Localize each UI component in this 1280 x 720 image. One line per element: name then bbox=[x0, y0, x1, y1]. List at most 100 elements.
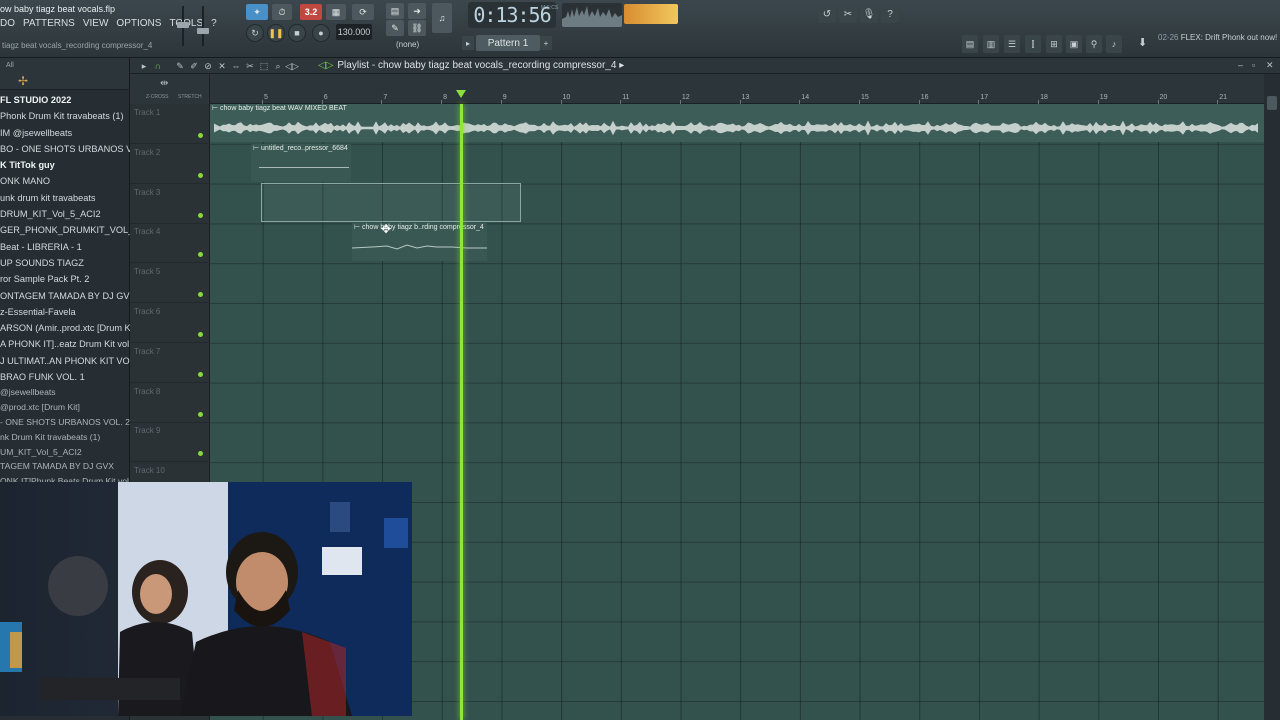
snap-arrows-icon[interactable]: ⇹ bbox=[160, 78, 168, 89]
browser-item[interactable]: K TitTok guy bbox=[0, 157, 130, 173]
browser-item[interactable]: A PHONK IT]..eatz Drum Kit vol 1 bbox=[0, 336, 130, 352]
browser-item[interactable]: - ONE SHOTS URBANOS VOL. 2 bbox=[0, 415, 130, 430]
master-volume-slider[interactable] bbox=[176, 6, 190, 46]
audio-clip-main-beat[interactable]: ⊢ chow baby tiagz beat WAV MIXED BEAT bbox=[210, 104, 1264, 142]
pencil-icon[interactable]: ✎ bbox=[174, 60, 186, 72]
track-header[interactable]: Track 2 bbox=[130, 144, 210, 184]
browser-item[interactable]: ARSON (Amir..prod.xtc [Drum Kit] bbox=[0, 320, 130, 336]
playhead[interactable] bbox=[460, 104, 463, 720]
track-header[interactable]: Track 8 bbox=[130, 383, 210, 423]
track-header[interactable]: Track 7 bbox=[130, 343, 210, 383]
browser-item[interactable]: UP SOUNDS TIAGZ bbox=[0, 255, 130, 271]
pattern-prev-button[interactable]: ▸ bbox=[462, 36, 474, 50]
browser-item[interactable]: J ULTIMAT..AN PHONK KIT VOL. 3 bbox=[0, 353, 130, 369]
browser-item[interactable]: IM @jsewellbeats bbox=[0, 125, 130, 141]
browser-item[interactable]: GER_PHONK_DRUMKIT_VOL_3 bbox=[0, 222, 130, 238]
zoom-icon[interactable]: ⌕ bbox=[272, 60, 284, 72]
menu-file[interactable]: DO bbox=[0, 18, 15, 29]
piano-roll-icon[interactable]: ▥ bbox=[983, 35, 999, 53]
slice-icon[interactable]: ✂ bbox=[244, 60, 256, 72]
menu-patterns[interactable]: PATTERNS bbox=[23, 18, 75, 29]
browser-item[interactable]: BRAO FUNK VOL. 1 bbox=[0, 369, 130, 385]
browser-item[interactable]: @jsewellbeats bbox=[0, 385, 130, 400]
browser-filter[interactable]: All bbox=[6, 62, 14, 69]
playback-icon[interactable]: ◁▷ bbox=[285, 60, 299, 72]
mixer-icon[interactable]: ⫿ bbox=[1025, 35, 1041, 53]
step-edit-icon[interactable]: ▦ bbox=[326, 4, 346, 20]
pattern-add-button[interactable]: + bbox=[540, 36, 552, 50]
browser-item[interactable]: Phonk Drum Kit travabeats (1) bbox=[0, 108, 130, 124]
keyboard-icon[interactable]: ▤ bbox=[386, 3, 404, 19]
record-icon[interactable]: ● bbox=[312, 24, 330, 42]
loop-icon[interactable]: ↻ bbox=[246, 24, 264, 42]
song-position-marker[interactable] bbox=[456, 90, 466, 98]
slip-icon[interactable]: ⇔ bbox=[230, 60, 242, 72]
loop-record-icon[interactable]: ⟳ bbox=[352, 4, 374, 20]
browser-item[interactable]: Beat - LIBRERIA - 1 bbox=[0, 239, 130, 255]
playlist-arrow-icon[interactable]: ▸ bbox=[138, 60, 150, 72]
track-mute-led[interactable] bbox=[198, 252, 203, 258]
undo-icon[interactable]: ↺ bbox=[818, 5, 836, 23]
track-header[interactable]: Track 3 bbox=[130, 184, 210, 224]
play-icon[interactable]: ❚❚ bbox=[267, 24, 285, 42]
master-pitch-slider[interactable] bbox=[196, 6, 210, 46]
channel-rack-icon[interactable]: ☰ bbox=[1004, 35, 1020, 53]
eq-icon[interactable]: ⊞ bbox=[1046, 35, 1062, 53]
browser-item[interactable]: ONTAGEM TAMADA BY DJ GVX bbox=[0, 288, 130, 304]
typing-keyboard-icon[interactable]: ♫ bbox=[432, 3, 452, 33]
pencil-tool-icon[interactable]: ✎ bbox=[386, 20, 404, 36]
select-icon[interactable]: ⬚ bbox=[258, 60, 270, 72]
browser-add-icon[interactable]: ✢ bbox=[18, 74, 28, 88]
news-panel[interactable]: 02-26 FLEX: Drift Phonk out now! bbox=[1158, 33, 1278, 43]
track-header[interactable]: Track 6 bbox=[130, 303, 210, 343]
browser-item[interactable]: DRUM_KIT_Vol_5_ACI2 bbox=[0, 206, 130, 222]
browser-item[interactable]: TAGEM TAMADA BY DJ GVX bbox=[0, 459, 130, 474]
track-mute-led[interactable] bbox=[198, 371, 203, 377]
menu-options[interactable]: OPTIONS bbox=[116, 18, 161, 29]
vertical-scrollbar[interactable] bbox=[1264, 74, 1280, 720]
track-header[interactable]: Track 9 bbox=[130, 422, 210, 463]
menu-view[interactable]: VIEW bbox=[83, 18, 109, 29]
tuner-icon[interactable]: ♪ bbox=[1106, 35, 1122, 53]
brush-icon[interactable]: ✐ bbox=[188, 60, 200, 72]
track-mute-led[interactable] bbox=[198, 292, 203, 298]
arrow-icon[interactable]: ➜ bbox=[408, 3, 426, 19]
cut-icon[interactable]: ✂ bbox=[839, 5, 857, 23]
browser-item[interactable]: z-Essential-Favela bbox=[0, 304, 130, 320]
stretch-toggle[interactable]: STRETCH bbox=[178, 94, 202, 100]
download-icon[interactable]: ⬇ bbox=[1138, 36, 1152, 50]
delete-icon[interactable]: ⊘ bbox=[202, 60, 214, 72]
track-mute-led[interactable] bbox=[198, 332, 203, 337]
track-header[interactable]: Track 1 bbox=[130, 104, 210, 144]
audio-clip-untitled-reco[interactable]: ⊢ untitled_reco..pressor_6684 bbox=[251, 144, 351, 182]
browser-item[interactable]: nk Drum Kit travabeats (1) bbox=[0, 430, 130, 445]
track-mute-led[interactable] bbox=[198, 212, 203, 218]
track-header[interactable]: Track 4 bbox=[130, 223, 210, 264]
browser-item[interactable]: UM_KIT_Vol_5_ACI2 bbox=[0, 445, 130, 460]
browser-item[interactable]: @prod.xtc [Drum Kit] bbox=[0, 400, 130, 415]
playlist-arrows-icon[interactable]: ◁▷ bbox=[318, 60, 333, 71]
minimize-icon[interactable]: – bbox=[1238, 60, 1243, 70]
plugin-icon[interactable]: ⚲ bbox=[1086, 35, 1102, 53]
browser-item[interactable]: BO - ONE SHOTS URBANOS VOL. 2 bbox=[0, 141, 130, 157]
track-mute-led[interactable] bbox=[198, 172, 203, 178]
playlist-title-arrow-icon[interactable]: ▸ bbox=[619, 60, 624, 71]
track-header[interactable]: Track 5 bbox=[130, 263, 210, 304]
magnet-icon[interactable]: ∩ bbox=[152, 60, 164, 72]
mic-icon[interactable]: 🎙 bbox=[860, 5, 878, 23]
audio-clip-vocals-compressor[interactable]: ⊢ chow baby tiagz b..rding compressor_4 bbox=[352, 223, 487, 261]
stop-icon[interactable]: ■ bbox=[288, 24, 306, 42]
crossfade-toggle[interactable]: Z-CROSS bbox=[146, 94, 169, 100]
pattern-selector[interactable]: Pattern 1 bbox=[476, 35, 540, 51]
help-icon[interactable]: ? bbox=[881, 5, 899, 23]
timeline-ruler[interactable]: 5 6 7 8 9 10 11 12 13 14 15 16 17 18 19 20 21 bbox=[210, 74, 1280, 104]
song-mode-icon[interactable]: ✦ bbox=[246, 4, 268, 20]
link-icon[interactable]: ⛓ bbox=[408, 20, 426, 36]
browser-icon[interactable]: ▣ bbox=[1066, 35, 1082, 53]
tempo-display[interactable]: 130.000 bbox=[336, 24, 372, 40]
browser-item[interactable]: ONK MANO bbox=[0, 173, 130, 189]
playlist-window-icon[interactable]: ▤ bbox=[962, 35, 978, 53]
rec-countdown-button[interactable]: 3.2 bbox=[300, 4, 322, 20]
snap-selector[interactable]: (none) bbox=[396, 40, 419, 49]
browser-item[interactable]: FL STUDIO 2022 bbox=[0, 92, 130, 108]
